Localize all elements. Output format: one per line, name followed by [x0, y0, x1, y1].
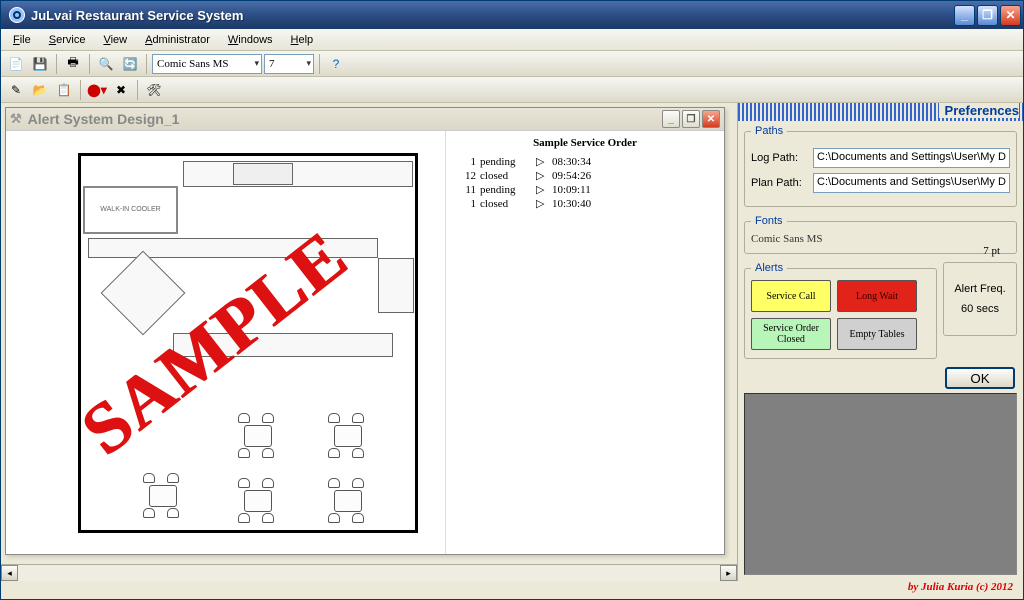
- app-icon: [9, 7, 25, 23]
- hammer-icon: ⚒: [10, 111, 22, 127]
- order-panel-title: Sample Service Order: [456, 137, 714, 149]
- font-name-combo[interactable]: Comic Sans MS: [152, 54, 262, 74]
- preferences-panel: Preferences Paths Log Path: C:\Documents…: [737, 103, 1023, 581]
- long-wait-button[interactable]: Long Wait: [837, 280, 917, 312]
- footer-credit: by Julia Kuria (c) 2012: [1, 581, 1023, 599]
- app-title: JuLvai Restaurant Service System: [31, 8, 954, 23]
- floor-plan-drawing: WALK-IN COOLER: [18, 143, 428, 543]
- scroll-left-button[interactable]: ◂: [1, 565, 18, 581]
- ok-button[interactable]: OK: [945, 367, 1015, 389]
- walk-in-cooler: WALK-IN COOLER: [83, 186, 178, 234]
- alerts-group: Alerts Service Call Service Order Closed…: [744, 262, 937, 359]
- paths-group: Paths Log Path: C:\Documents and Setting…: [744, 125, 1017, 207]
- tools-icon[interactable]: 🛠: [143, 79, 165, 101]
- toolbar-secondary: ✎ 📂 📋 ⬤▾ ✖ 🛠: [1, 77, 1023, 103]
- refresh-icon[interactable]: 🔄: [119, 53, 141, 75]
- menu-view[interactable]: View: [95, 32, 135, 48]
- child-minimize-button[interactable]: _: [662, 110, 680, 128]
- content-area: ⚒ Alert System Design_1 _ ❐ ✕ WALK-IN CO…: [1, 103, 1023, 581]
- child-title-text: Alert System Design_1: [28, 111, 180, 127]
- child-titlebar: ⚒ Alert System Design_1 _ ❐ ✕: [6, 108, 724, 130]
- alert-freq-value: 60 secs: [961, 303, 999, 315]
- minimize-button[interactable]: _: [954, 5, 975, 26]
- empty-tables-button[interactable]: Empty Tables: [837, 318, 917, 350]
- child-maximize-button[interactable]: ❐: [682, 110, 700, 128]
- menu-file-label: ile: [20, 34, 31, 46]
- menu-administrator[interactable]: Administrator: [137, 32, 218, 48]
- mdi-horizontal-scrollbar[interactable]: ◂ ▸: [1, 564, 737, 581]
- order-row[interactable]: 1pending▷08:30:34: [456, 155, 714, 169]
- maximize-button[interactable]: ❐: [977, 5, 998, 26]
- new-icon[interactable]: 📄: [5, 53, 27, 75]
- alert-freq-label: Alert Freq.: [954, 283, 1005, 295]
- menu-service[interactable]: Service: [41, 32, 94, 48]
- alert-toggle-icon[interactable]: ⬤▾: [86, 79, 108, 101]
- menu-file[interactable]: File: [5, 32, 39, 48]
- print-icon[interactable]: 🖶: [62, 53, 84, 75]
- order-row[interactable]: 12closed▷09:54:26: [456, 169, 714, 183]
- order-row[interactable]: 1closed▷10:30:40: [456, 197, 714, 211]
- titlebar: JuLvai Restaurant Service System _ ❐ ✕: [1, 1, 1023, 29]
- log-path-label: Log Path:: [751, 152, 807, 164]
- folder-open-icon[interactable]: 📂: [29, 79, 51, 101]
- mdi-area: ⚒ Alert System Design_1 _ ❐ ✕ WALK-IN CO…: [1, 103, 737, 581]
- child-close-button[interactable]: ✕: [702, 110, 720, 128]
- help-icon[interactable]: ?: [325, 53, 347, 75]
- alert-frequency-box: Alert Freq. 60 secs: [943, 262, 1017, 336]
- stop-icon[interactable]: ✖: [110, 79, 132, 101]
- menu-windows[interactable]: Windows: [220, 32, 281, 48]
- order-row[interactable]: 11pending▷10:09:11: [456, 183, 714, 197]
- service-order-pane: Sample Service Order 1pending▷08:30:3412…: [446, 131, 724, 554]
- plan-path-label: Plan Path:: [751, 177, 807, 189]
- close-button[interactable]: ✕: [1000, 5, 1021, 26]
- menu-help[interactable]: Help: [283, 32, 322, 48]
- fonts-group: Fonts Comic Sans MS 7 pt: [744, 215, 1017, 254]
- font-name-value: Comic Sans MS: [751, 233, 1010, 245]
- plan-path-input[interactable]: C:\Documents and Settings\User\My D: [813, 173, 1010, 193]
- floor-plan-pane[interactable]: WALK-IN COOLER: [6, 131, 446, 554]
- save-icon[interactable]: 💾: [29, 53, 51, 75]
- service-order-closed-button[interactable]: Service Order Closed: [751, 318, 831, 350]
- design-child-window: ⚒ Alert System Design_1 _ ❐ ✕ WALK-IN CO…: [5, 107, 725, 555]
- preview-panel: [744, 393, 1017, 575]
- font-size-combo[interactable]: 7: [264, 54, 314, 74]
- menubar: File Service View Administrator Windows …: [1, 29, 1023, 51]
- preferences-header: Preferences: [738, 103, 1023, 121]
- search-icon[interactable]: 🔍: [95, 53, 117, 75]
- log-path-input[interactable]: C:\Documents and Settings\User\My D: [813, 148, 1010, 168]
- service-call-button[interactable]: Service Call: [751, 280, 831, 312]
- edit-icon[interactable]: ✎: [5, 79, 27, 101]
- scroll-right-button[interactable]: ▸: [720, 565, 737, 581]
- font-size-value: 7 pt: [983, 245, 1000, 257]
- toolbar-main: 📄 💾 🖶 🔍 🔄 Comic Sans MS 7 ?: [1, 51, 1023, 77]
- properties-icon[interactable]: 📋: [53, 79, 75, 101]
- main-window: JuLvai Restaurant Service System _ ❐ ✕ F…: [0, 0, 1024, 600]
